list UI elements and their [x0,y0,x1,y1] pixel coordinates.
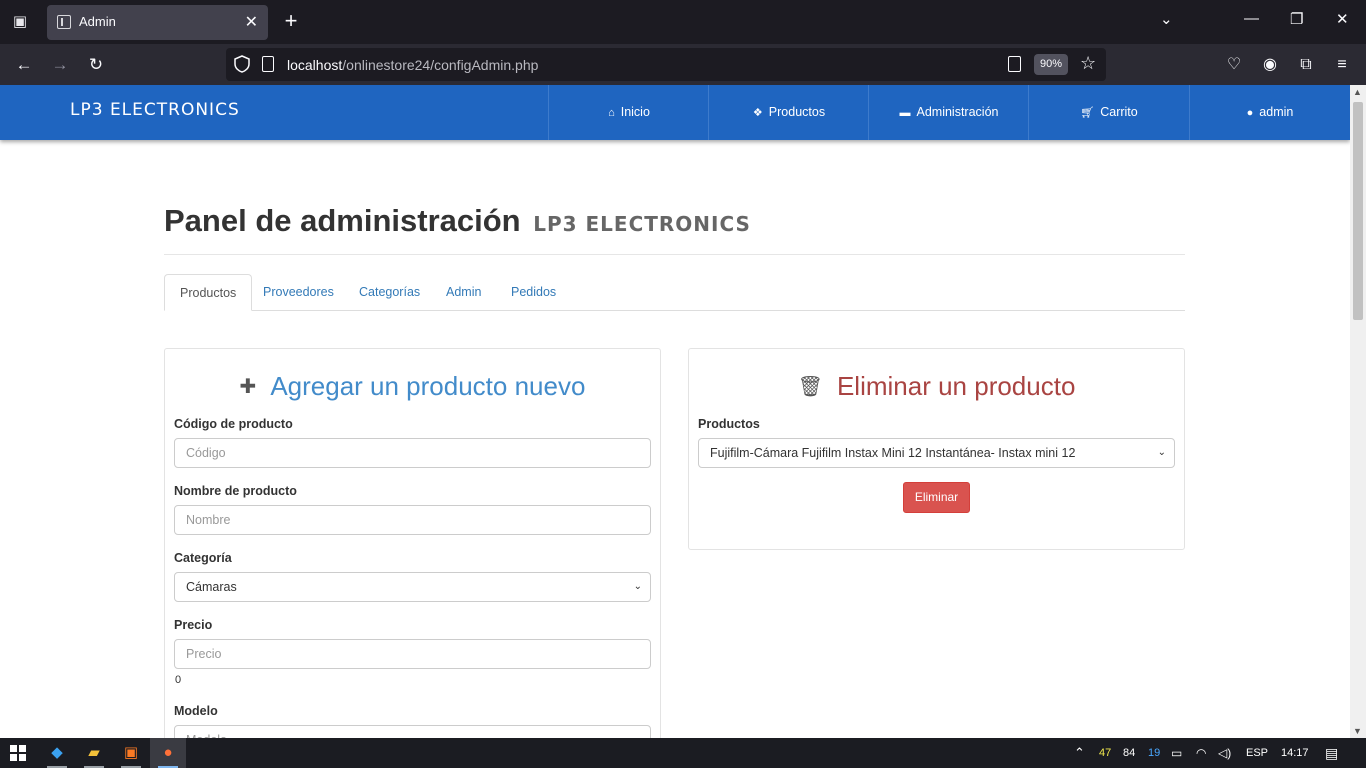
tab-admin[interactable]: Admin [431,274,496,311]
firefox-taskbar-icon[interactable]: ● [150,738,186,768]
nav-item-label: Carrito [1100,105,1138,119]
tab-title: Admin [79,14,116,29]
code-label: Código de producto [174,417,293,431]
list-all-tabs-icon[interactable]: ⌄ [1160,10,1173,28]
user-icon: ● [1246,107,1254,119]
page-title: Panel de administración LP3 ELECTRONICS [164,203,751,239]
nav-item-admin-user[interactable]: ● admin [1189,85,1350,140]
browser-tab-bar: ▣ Admin ✕ + ⌄ — ❐ ✕ [0,0,1366,44]
delete-product-heading-text: Eliminar un producto [836,371,1076,401]
tab-proveedores[interactable]: Proveedores [248,274,349,311]
nav-item-label: Inicio [620,105,650,119]
trash-icon: 🗑︎ [797,375,823,398]
nav-item-label: Administración [916,105,999,119]
add-product-panel: ✚ Agregar un producto nuevo Código de pro… [164,348,661,738]
code-input[interactable]: Código [174,438,651,468]
bookmark-star-icon[interactable]: ☆ [1080,53,1096,74]
site-navbar: LP3 ELECTRONICS ⌂ Inicio ❖ Productos ▬ Admi… [0,85,1350,140]
delete-button[interactable]: Eliminar [903,482,970,513]
windows-start-icon[interactable] [10,745,26,761]
url-bar[interactable]: localhost/onlinestore24/configAdmin.php … [226,48,1106,81]
model-input[interactable]: Modelo [174,725,651,738]
url-text[interactable]: localhost/onlinestore24/configAdmin.php [287,57,538,73]
page-title-brand: LP3 ELECTRONICS [533,212,751,236]
browser-nav-bar: ← → ↻ localhost/onlinestore24/configAdmi… [0,44,1366,85]
extensions-icon[interactable]: ⧉ [1295,54,1317,76]
delete-product-panel: 🗑︎ Eliminar un producto Productos Fujifil… [688,348,1185,550]
products-select[interactable]: Fujifilm-Cámara Fujifilm Instax Mini 12 … [698,438,1175,468]
products-label: Productos [698,417,760,431]
page-info-icon[interactable] [262,56,274,72]
scrollbar-thumb[interactable] [1353,102,1363,320]
app-menu-icon[interactable]: ≡ [1331,54,1353,76]
name-input[interactable]: Nombre [174,505,651,535]
price-input[interactable]: Precio [174,639,651,669]
forward-icon[interactable]: → [48,53,72,77]
category-label: Categoría [174,551,232,565]
volume-icon[interactable]: ◁) [1218,738,1231,768]
nav-item-carrito[interactable]: 🛒︎ Carrito [1028,85,1189,140]
add-product-heading: ✚ Agregar un producto nuevo [165,371,660,402]
tab-pedidos[interactable]: Pedidos [496,274,571,311]
briefcase-icon: ▬ [899,107,911,119]
restore-icon[interactable]: ❐ [1290,10,1303,28]
scroll-up-icon[interactable]: ▲ [1353,87,1362,97]
tray-expand-icon[interactable]: ⌃ [1074,738,1085,768]
windows-taskbar: ◆ ▰ ▣ ● ⌃ 47 84 19 ▭ ◠ ◁) ESP 14:17 ▤ [0,738,1366,768]
cart-icon: 🛒︎ [1080,107,1095,119]
model-label: Modelo [174,704,218,718]
delete-product-heading: 🗑︎ Eliminar un producto [689,371,1184,402]
window-close-icon[interactable]: ✕ [1336,10,1349,28]
minimize-icon[interactable]: — [1244,10,1259,27]
reader-view-icon[interactable] [1008,56,1021,72]
tab-overview-icon[interactable]: ▣ [10,12,30,32]
chevron-down-icon: ⌄ [1157,447,1166,458]
page-viewport: LP3 ELECTRONICS ⌂ Inicio ❖ Productos ▬ Admi… [0,85,1350,738]
language-indicator[interactable]: ESP [1246,738,1268,768]
name-label: Nombre de producto [174,484,297,498]
chevron-down-icon: ⌄ [633,581,642,592]
notifications-icon[interactable]: ▤ [1325,738,1338,768]
page-scrollbar[interactable]: ▲ ▼ [1350,85,1366,738]
home-icon: ⌂ [608,107,615,119]
nav-item-administracion[interactable]: ▬ Administración [868,85,1029,140]
back-icon[interactable]: ← [12,53,36,77]
category-select-value: Cámaras [186,580,237,594]
xampp-taskbar-icon[interactable]: ▣ [113,738,149,768]
tray-temp-2[interactable]: 84 [1123,738,1135,768]
new-tab-icon[interactable]: + [280,8,302,34]
price-label: Precio [174,618,213,632]
clock[interactable]: 14:17 [1281,738,1309,768]
nav-item-label: Productos [768,105,826,119]
tab-productos[interactable]: Productos [164,274,253,311]
title-divider [164,254,1185,255]
nav-item-label: admin [1259,105,1294,119]
category-select[interactable]: Cámaras ⌄ [174,572,651,602]
price-value-note: 0 [175,674,182,686]
wifi-icon[interactable]: ◠ [1196,738,1206,768]
add-product-heading-text: Agregar un producto nuevo [270,371,586,401]
tray-temp-1[interactable]: 47 [1099,738,1111,768]
nav-item-inicio[interactable]: ⌂ Inicio [548,85,709,140]
account-icon[interactable]: ◉ [1259,54,1281,76]
nav-item-productos[interactable]: ❖ Productos [708,85,869,140]
plus-icon: ✚ [239,375,257,398]
browser-tab-admin[interactable]: Admin ✕ [47,5,268,40]
pocket-icon[interactable]: ♡ [1223,54,1245,76]
products-select-value: Fujifilm-Cámara Fujifilm Instax Mini 12 … [710,446,1076,460]
file-explorer-taskbar-icon[interactable]: ▰ [76,738,112,768]
reload-icon[interactable]: ↻ [84,53,108,77]
dropbox-icon: ❖ [752,107,763,119]
tab-close-icon[interactable]: ✕ [245,12,258,32]
zoom-indicator[interactable]: 90% [1034,54,1068,75]
battery-icon[interactable]: ▭ [1171,738,1182,768]
page-title-text: Panel de administración [164,203,521,238]
scroll-down-icon[interactable]: ▼ [1353,726,1362,736]
page-favicon-icon [57,15,71,29]
tracking-shield-icon[interactable] [234,55,250,73]
tray-temp-3[interactable]: 19 [1148,738,1160,768]
vscode-taskbar-icon[interactable]: ◆ [39,738,75,768]
site-brand-logo[interactable]: LP3 ELECTRONICS [70,100,240,120]
tab-categorias[interactable]: Categorías [344,274,435,311]
